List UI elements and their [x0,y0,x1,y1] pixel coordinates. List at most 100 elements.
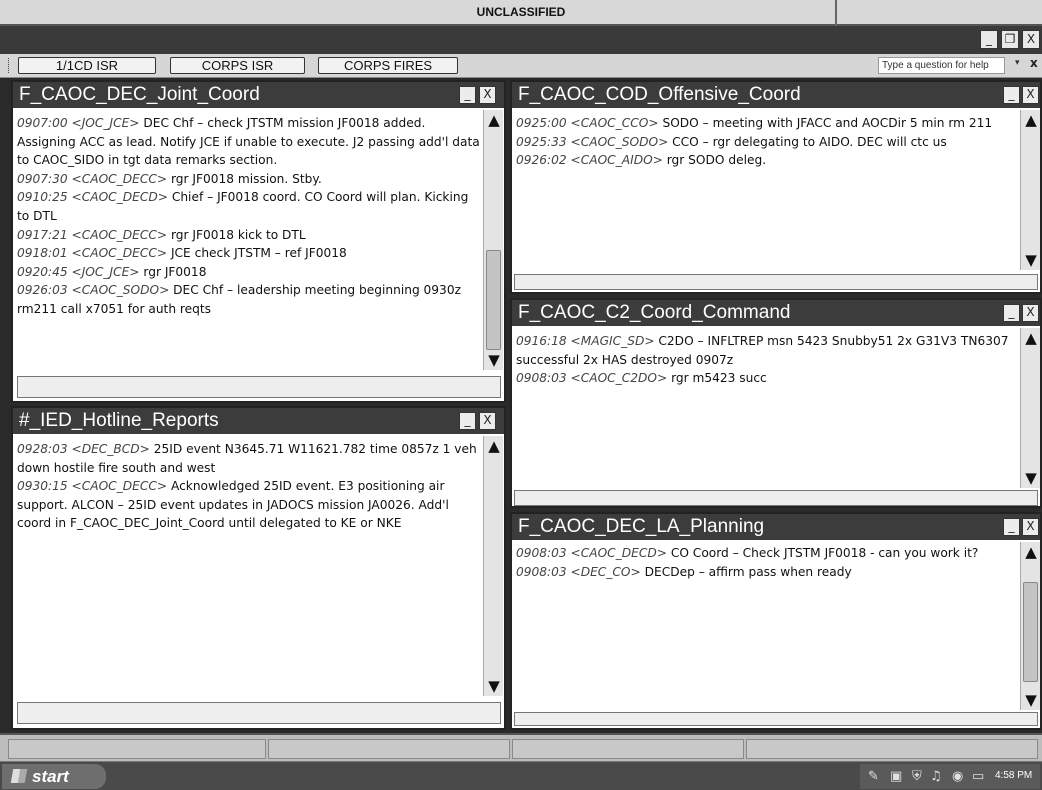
chat-message: 0907:30 <CAOC_DECC> rgr JF0018 mission. … [17,170,481,189]
status-icon[interactable]: ◉ [952,769,963,784]
pen-icon[interactable]: ✎ [868,769,879,784]
scrollbar[interactable]: ▲ ▼ [1020,542,1040,710]
panel-ied-hotline: #_IED_Hotline_Reports _ X 0928:03 <DEC_B… [11,406,506,730]
window-close-button[interactable]: X [1022,30,1040,49]
panel-minimize-button[interactable]: _ [1003,304,1020,322]
panel-joint-coord: F_CAOC_DEC_Joint_Coord _ X 0907:00 <JOC_… [11,80,506,403]
chat-message: 0907:00 <JOC_JCE> DEC Chf – check JTSTM … [17,114,481,170]
scroll-up-icon[interactable]: ▲ [1021,112,1041,128]
tab-corps-isr[interactable]: CORPS ISR [170,57,305,74]
chat-message: 0916:18 <MAGIC_SD> C2DO – INFLTREP msn 5… [516,332,1016,369]
message-timestamp: 0907:00 <JOC_JCE> [17,116,140,130]
message-input[interactable] [514,712,1038,726]
message-input[interactable] [17,702,501,724]
tab-1-1cd-isr[interactable]: 1/1CD ISR [18,57,156,74]
panel-close-button[interactable]: X [1022,518,1039,536]
message-text: JCE check JTSTM – ref JF0018 [167,246,347,261]
scrollbar[interactable]: ▲ ▼ [1020,328,1040,488]
chat-message: 0917:21 <CAOC_DECC> rgr JF0018 kick to D… [17,226,481,245]
start-label: start [32,767,69,786]
scroll-up-icon[interactable]: ▲ [1021,544,1041,560]
scroll-down-icon[interactable]: ▼ [1021,252,1041,268]
message-timestamp: 0918:01 <CAOC_DECC> [17,246,168,261]
panel-close-button[interactable]: X [479,412,496,430]
clock[interactable]: 4:58 PM [995,770,1032,781]
start-button[interactable]: start [2,764,106,789]
message-text: SODO – meeting with JFACC and AOCDir 5 m… [658,116,993,130]
message-text: rgr JF0018 [139,264,207,279]
status-cell [268,739,510,759]
chat-message: 0908:03 <DEC_CO> DECDep – affirm pass wh… [516,563,1016,582]
message-text: CCO – rgr delegating to AIDO. DEC will c… [668,134,947,149]
panel-close-button[interactable]: X [1022,304,1039,322]
scroll-up-icon[interactable]: ▲ [484,438,504,454]
scrollbar[interactable]: ▲ ▼ [483,110,503,370]
message-input[interactable] [514,490,1038,506]
panel-title: F_CAOC_C2_Coord_Command [512,300,1040,326]
scroll-down-icon[interactable]: ▼ [1021,692,1041,708]
tab-corps-fires[interactable]: CORPS FIRES [318,57,458,74]
message-timestamp: 0925:33 <CAOC_SODO> [516,134,669,149]
panel-minimize-button[interactable]: _ [1003,518,1020,536]
scroll-down-icon[interactable]: ▼ [484,352,504,368]
chat-log: 0908:03 <CAOC_DECD> CO Coord – Check JTS… [516,544,1016,694]
message-timestamp: 0930:15 <CAOC_DECC> [17,479,168,494]
message-timestamp: 0910:25 <CAOC_DECD> [17,190,168,205]
chat-message: 0926:02 <CAOC_AIDO> rgr SODO deleg. [516,151,1016,170]
toolbar-grip[interactable] [8,58,11,73]
volume-icon[interactable]: ♫ [930,769,942,784]
message-text: DECDep – affirm pass when ready [640,564,852,579]
help-dropdown-icon[interactable]: ▾ [1015,58,1020,68]
network-icon[interactable]: ▣ [890,769,902,784]
status-cell [8,739,266,759]
panel-offensive-coord: F_CAOC_COD_Offensive_Coord _ X 0925:00 <… [510,80,1042,294]
chat-message: 0930:15 <CAOC_DECC> Acknowledged 25ID ev… [17,477,481,533]
help-close-icon[interactable]: x [1030,56,1038,70]
chat-message: 0926:03 <CAOC_SODO> DEC Chf – leadership… [17,281,481,318]
banner-divider [835,0,837,26]
panel-minimize-button[interactable]: _ [459,86,476,104]
window-restore-button[interactable]: ❐ [1001,30,1019,49]
message-text: rgr JF0018 kick to DTL [167,227,306,242]
chat-log: 0907:00 <JOC_JCE> DEC Chf – check JTSTM … [17,114,481,370]
message-timestamp: 0928:03 <DEC_BCD> [17,442,150,456]
security-icon[interactable]: ⛨ [912,769,922,784]
panel-minimize-button[interactable]: _ [459,412,476,430]
window-minimize-button[interactable]: _ [980,30,998,49]
message-timestamp: 0920:45 <JOC_JCE> [17,264,140,279]
chat-message: 0918:01 <CAOC_DECC> JCE check JTSTM – re… [17,244,481,263]
chat-log: 0916:18 <MAGIC_SD> C2DO – INFLTREP msn 5… [516,332,1016,482]
message-text: rgr JF0018 mission. Stby. [167,171,322,186]
panel-close-button[interactable]: X [479,86,496,104]
scroll-thumb[interactable] [1023,582,1038,682]
message-timestamp: 0908:03 <CAOC_C2DO> [516,371,668,386]
scrollbar[interactable]: ▲ ▼ [483,436,503,696]
scroll-up-icon[interactable]: ▲ [484,112,504,128]
panel-la-planning: F_CAOC_DEC_LA_Planning _ X 0908:03 <CAOC… [510,512,1042,730]
scroll-thumb[interactable] [486,250,501,350]
message-timestamp: 0926:02 <CAOC_AIDO> [516,153,663,168]
classification-label: UNCLASSIFIED [476,5,566,19]
message-input[interactable] [514,274,1038,290]
help-search-input[interactable]: Type a question for help [878,57,1005,74]
message-text: CO Coord – Check JTSTM JF0018 - can you … [666,546,979,560]
scroll-up-icon[interactable]: ▲ [1021,330,1041,346]
scroll-down-icon[interactable]: ▼ [484,678,504,694]
chat-message: 0908:03 <CAOC_C2DO> rgr m5423 succ [516,369,1016,388]
message-input[interactable] [17,376,501,398]
display-icon[interactable]: ▭ [972,769,984,784]
message-timestamp: 0917:21 <CAOC_DECC> [17,227,168,242]
classification-banner: UNCLASSIFIED [0,0,1042,26]
panel-close-button[interactable]: X [1022,86,1039,104]
taskbar: start ✎ ▣ ⛨ ♫ ◉ ▭ 4:58 PM [0,761,1042,790]
chat-message: 0908:03 <CAOC_DECD> CO Coord – Check JTS… [516,544,1016,563]
panel-c2-coord: F_CAOC_C2_Coord_Command _ X 0916:18 <MAG… [510,298,1042,508]
scroll-down-icon[interactable]: ▼ [1021,470,1041,486]
message-text: rgr m5423 succ [667,371,767,386]
status-bar [0,733,1042,761]
panel-minimize-button[interactable]: _ [1003,86,1020,104]
chat-log: 0928:03 <DEC_BCD> 25ID event N3645.71 W1… [17,440,481,696]
scrollbar[interactable]: ▲ ▼ [1020,110,1040,270]
panel-title: #_IED_Hotline_Reports [13,408,504,434]
system-tray: ✎ ▣ ⛨ ♫ ◉ ▭ 4:58 PM [860,764,1040,789]
